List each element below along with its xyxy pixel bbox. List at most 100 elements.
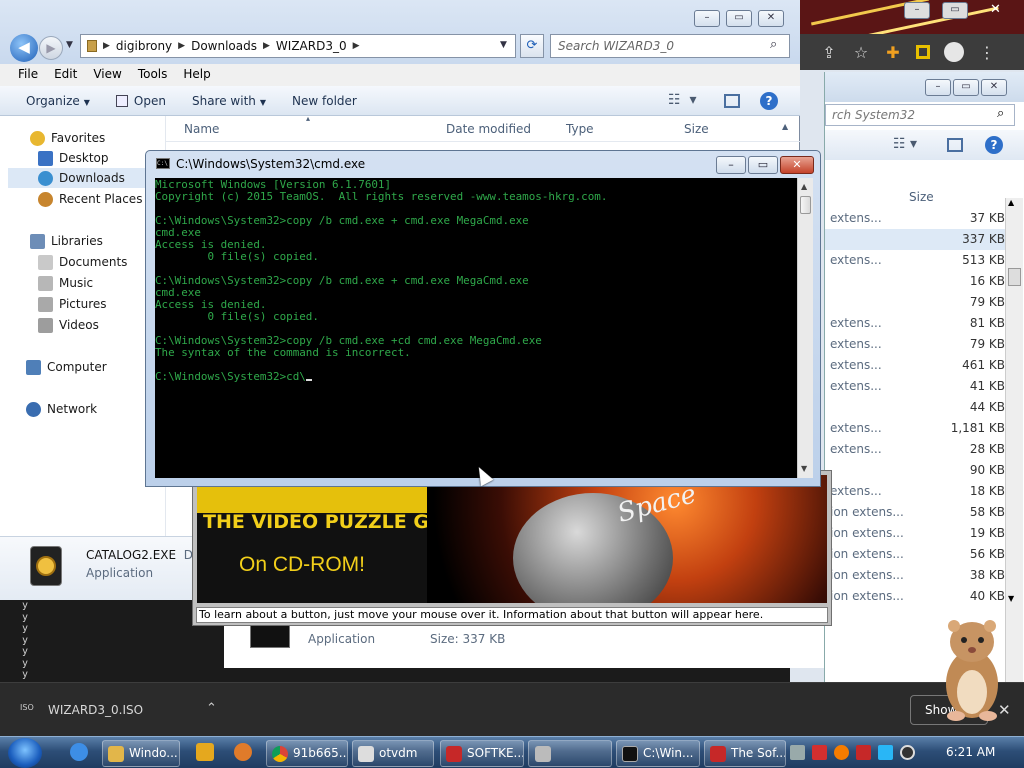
reading-icon[interactable] xyxy=(916,45,930,59)
refresh-button[interactable]: ⟳ xyxy=(520,34,544,58)
open-button[interactable]: Open xyxy=(115,94,166,108)
nav-pictures[interactable]: Pictures xyxy=(38,294,107,314)
breadcrumb-separator-icon[interactable]: ▶ xyxy=(103,41,110,51)
preview-pane-icon[interactable] xyxy=(724,94,740,108)
hamster-desktop-pet[interactable] xyxy=(936,612,1008,724)
table-row[interactable]: ion extens... 38 KB xyxy=(825,565,1005,586)
app-pinned-icon[interactable] xyxy=(234,743,252,761)
organize-button[interactable]: Organize ▼ xyxy=(26,94,90,108)
breadcrumb-separator-icon[interactable]: ▶ xyxy=(178,41,185,51)
table-row[interactable]: 337 KB xyxy=(825,229,1005,250)
internet-explorer-icon[interactable] xyxy=(70,743,88,761)
menu-view[interactable]: View xyxy=(85,64,129,86)
taskbar-item-softkey[interactable]: SOFTKE... xyxy=(440,740,524,767)
scroll-thumb[interactable] xyxy=(1008,268,1021,286)
breadcrumb-separator-icon[interactable]: ▶ xyxy=(263,41,270,51)
nav-downloads[interactable]: Downloads xyxy=(8,168,158,188)
download-item[interactable]: WIZARD3_0.ISO xyxy=(48,703,143,717)
menu-icon[interactable]: ⋮ xyxy=(978,43,996,62)
nav-music[interactable]: Music xyxy=(38,273,93,293)
nav-favorites[interactable]: Favorites xyxy=(30,128,105,148)
minimize-button[interactable]: – xyxy=(694,10,720,27)
table-row[interactable]: ion extens... 58 KB xyxy=(825,502,1005,523)
star-icon[interactable]: ☆ xyxy=(852,43,870,62)
tray-antivirus-icon[interactable] xyxy=(812,745,827,760)
nav-network[interactable]: Network xyxy=(26,399,97,419)
recent-pages-chevron-icon[interactable]: ▼ xyxy=(66,40,73,50)
minimize-button[interactable]: – xyxy=(925,79,951,96)
taskbar-item-app[interactable] xyxy=(528,740,612,767)
chevron-up-icon[interactable]: ⌃ xyxy=(206,701,217,716)
scroll-thumb[interactable] xyxy=(800,196,811,214)
close-button[interactable]: ✕ xyxy=(981,79,1007,96)
tray-flag-icon[interactable] xyxy=(856,745,871,760)
taskbar-item-explorer[interactable]: Windo... xyxy=(102,740,180,767)
taskbar-item-chrome[interactable]: 91b665... xyxy=(266,740,348,767)
table-row[interactable]: 44 KB xyxy=(825,397,1005,418)
table-row[interactable]: 16 KB xyxy=(825,271,1005,292)
table-row[interactable]: ion extens... 19 KB xyxy=(825,523,1005,544)
menu-file[interactable]: File xyxy=(10,64,46,86)
table-row[interactable]: ion extens... 40 KB xyxy=(825,586,1005,607)
size-column-header[interactable]: Size xyxy=(909,190,934,204)
close-button[interactable]: ✕ xyxy=(780,156,814,174)
search-input[interactable]: Search WIZARD3_0 xyxy=(550,34,790,58)
share-with-button[interactable]: Share with ▼ xyxy=(192,94,266,108)
tray-search-icon[interactable] xyxy=(834,745,849,760)
breadcrumb-item[interactable]: digibrony xyxy=(116,39,172,53)
breadcrumb-item[interactable]: WIZARD3_0 xyxy=(276,39,347,53)
address-bar[interactable]: ▶ digibrony ▶ Downloads ▶ WIZARD3_0 ▶ xyxy=(80,34,516,58)
minimize-button[interactable]: – xyxy=(716,156,746,174)
console-output[interactable]: Microsoft Windows [Version 6.1.7601] Copy… xyxy=(155,178,797,478)
nav-computer[interactable]: Computer xyxy=(26,357,107,377)
breadcrumb-separator-icon[interactable]: ▶ xyxy=(353,41,360,51)
maximize-button[interactable]: ▭ xyxy=(726,10,752,27)
chrome-maximize-button[interactable]: ▭ xyxy=(942,2,968,19)
scroll-down-icon[interactable]: ▼ xyxy=(1008,594,1014,603)
table-row[interactable]: extens... 18 KB xyxy=(825,481,1005,502)
breadcrumb-item[interactable]: Downloads xyxy=(191,39,257,53)
puzzle-icon[interactable]: ✚ xyxy=(884,43,902,62)
scroll-down-icon[interactable]: ▼ xyxy=(801,464,807,473)
tray-display-icon[interactable] xyxy=(878,745,893,760)
taskbar-item-otvdm[interactable]: otvdm xyxy=(352,740,434,767)
taskbar-item-game[interactable]: The Sof... xyxy=(704,740,786,767)
maximize-button[interactable]: ▭ xyxy=(953,79,979,96)
forward-button[interactable]: ▶ xyxy=(39,36,63,60)
table-row[interactable]: 79 KB xyxy=(825,292,1005,313)
profile-icon[interactable] xyxy=(944,42,964,62)
scroll-up-icon[interactable]: ▲ xyxy=(782,122,788,131)
nav-libraries[interactable]: Libraries xyxy=(30,231,103,251)
table-row[interactable]: extens... 81 KB xyxy=(825,313,1005,334)
scroll-up-icon[interactable]: ▲ xyxy=(1008,198,1014,207)
change-view-icon[interactable]: ☷ ▾ xyxy=(668,92,696,108)
nav-recent-places[interactable]: Recent Places xyxy=(38,189,142,209)
table-row[interactable]: 90 KB xyxy=(825,460,1005,481)
tray-volume-icon[interactable] xyxy=(900,745,915,760)
column-size[interactable]: Size xyxy=(684,122,709,136)
chrome-close-button[interactable]: ✕ xyxy=(990,2,1001,17)
column-type[interactable]: Type xyxy=(566,122,594,136)
table-row[interactable]: extens... 28 KB xyxy=(825,439,1005,460)
table-row[interactable]: extens... 79 KB xyxy=(825,334,1005,355)
table-row[interactable]: extens... 513 KB xyxy=(825,250,1005,271)
chrome-minimize-button[interactable]: – xyxy=(904,2,930,19)
back-button[interactable]: ◀ xyxy=(10,34,38,62)
search-input[interactable]: rch System32 xyxy=(825,104,1015,126)
vertical-scrollbar[interactable]: ▲ ▼ xyxy=(797,178,813,478)
help-icon[interactable]: ? xyxy=(985,136,1003,154)
maximize-button[interactable]: ▭ xyxy=(748,156,778,174)
start-button[interactable] xyxy=(8,738,42,768)
nav-documents[interactable]: Documents xyxy=(38,252,127,272)
nav-videos[interactable]: Videos xyxy=(38,315,99,335)
media-player-icon[interactable] xyxy=(196,743,214,761)
column-name[interactable]: Name xyxy=(184,122,219,136)
preview-pane-icon[interactable] xyxy=(947,138,963,152)
table-row[interactable]: extens... 37 KB xyxy=(825,208,1005,229)
nav-desktop[interactable]: Desktop xyxy=(38,148,109,168)
table-row[interactable]: extens... 461 KB xyxy=(825,355,1005,376)
menu-help[interactable]: Help xyxy=(175,64,218,86)
table-row[interactable]: extens... 1,181 KB xyxy=(825,418,1005,439)
table-row[interactable]: ion extens... 56 KB xyxy=(825,544,1005,565)
column-date-modified[interactable]: Date modified xyxy=(446,122,531,136)
